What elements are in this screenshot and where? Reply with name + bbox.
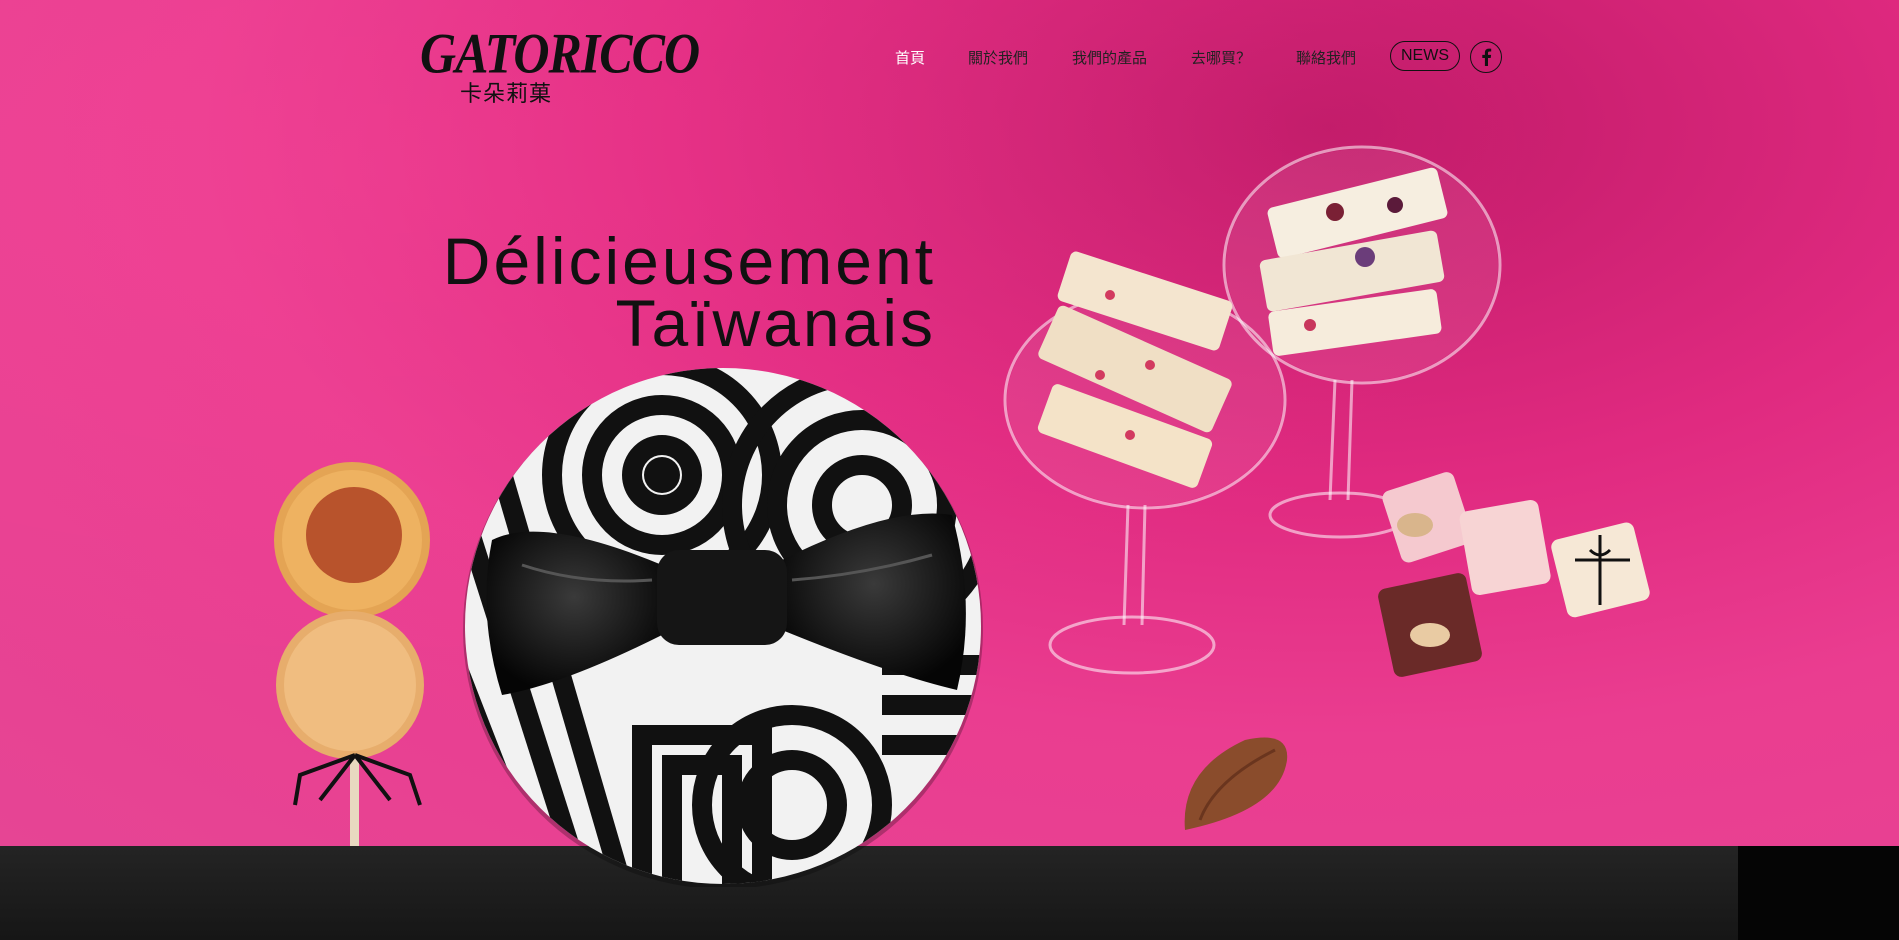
- nav-item-about[interactable]: 關於我們: [968, 47, 1028, 68]
- nav-item-products[interactable]: 我們的產品: [1072, 47, 1147, 68]
- footer-corner: [1738, 846, 1899, 940]
- logo-subtitle: 卡朵莉菓: [460, 82, 553, 107]
- brand-logo[interactable]: GATORICCO 卡朵莉菓: [420, 24, 700, 108]
- cookie-lollipop-image: [274, 462, 430, 846]
- nougat-cubes-image: [1378, 472, 1650, 677]
- almond-image: [1184, 737, 1288, 830]
- hero-headline: Délicieusement Taïwanais: [380, 224, 936, 360]
- nav-item-home[interactable]: 首頁: [895, 47, 925, 68]
- logo-text: GATORICCO: [420, 20, 700, 85]
- facebook-icon: [1482, 48, 1492, 66]
- plate-bowtie-image: [463, 368, 983, 887]
- nav-item-contact[interactable]: 聯絡我們: [1296, 47, 1356, 68]
- nav-item-where-to-buy[interactable]: 去哪買？: [1191, 47, 1251, 68]
- headline-line-1: Délicieusement: [442, 224, 936, 298]
- headline-line-2: Taïwanais: [615, 286, 936, 360]
- facebook-button[interactable]: [1470, 41, 1502, 73]
- news-button[interactable]: NEWS: [1390, 41, 1460, 71]
